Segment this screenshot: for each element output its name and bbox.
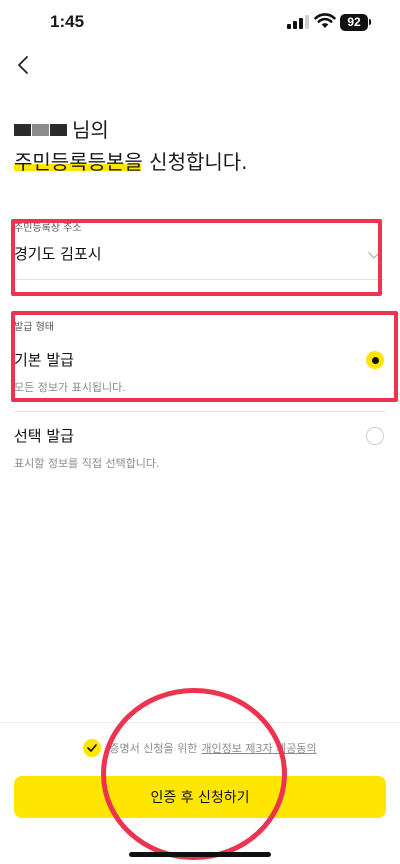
chevron-left-icon bbox=[18, 56, 28, 74]
battery-level: 92 bbox=[340, 13, 368, 31]
home-indicator bbox=[129, 852, 271, 857]
back-button[interactable] bbox=[12, 53, 36, 77]
markup-ellipse-cta bbox=[101, 688, 287, 860]
radio-unselected[interactable] bbox=[366, 427, 384, 445]
page-heading: 님의 주민등록등본을 신청합니다. bbox=[14, 117, 248, 176]
markup-box-address bbox=[11, 219, 382, 296]
status-time: 1:45 bbox=[50, 12, 85, 31]
name-suffix: 님의 bbox=[72, 118, 109, 142]
title-rest: 신청합니다. bbox=[142, 150, 248, 174]
option-custom[interactable]: 선택 발급 표시할 정보를 직접 선택합니다. bbox=[0, 426, 400, 486]
divider bbox=[14, 411, 386, 412]
consent-check-icon[interactable] bbox=[83, 739, 102, 757]
masked-user-name bbox=[14, 124, 68, 136]
markup-box-issuance bbox=[11, 311, 398, 402]
status-bar: 1:45 92 bbox=[0, 0, 400, 48]
signal-icon bbox=[287, 15, 309, 29]
wifi-icon bbox=[314, 13, 336, 28]
option-description: 표시할 정보를 직접 선택합니다. bbox=[14, 457, 160, 470]
title-highlight: 주민등록등본을 bbox=[14, 150, 143, 174]
battery-icon: 92 bbox=[340, 13, 371, 31]
page-title: 주민등록등본을 신청합니다. bbox=[14, 148, 248, 176]
option-title: 선택 발급 bbox=[14, 427, 74, 445]
